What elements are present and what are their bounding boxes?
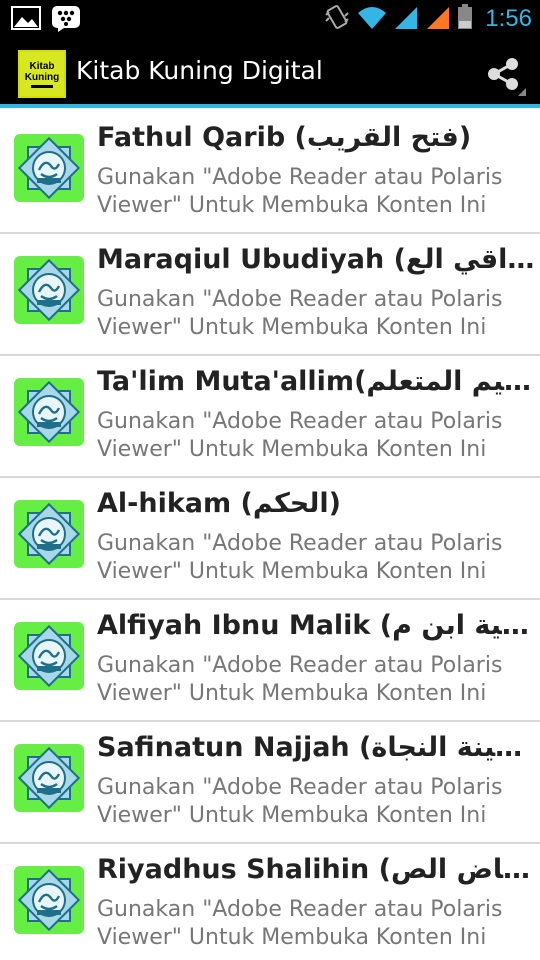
item-title: Ta'lim Muta'allim(تعليم المتعلم)	[97, 366, 537, 397]
list-item[interactable]: Riyadhus Shalihin (رياض الص... Gunakan "…	[0, 844, 540, 960]
share-icon	[482, 58, 526, 100]
item-title: Safinatun Najjah (سفينة النجاة)	[97, 732, 537, 763]
wifi-icon	[357, 3, 387, 35]
app-title: Kitab Kuning Digital	[76, 56, 323, 85]
book-icon	[14, 134, 84, 202]
share-button[interactable]	[482, 52, 526, 96]
book-icon	[14, 500, 84, 568]
item-title: Al-hikam (الحكم)	[97, 488, 341, 519]
status-clock: 1:56	[485, 5, 532, 32]
item-title: Fathul Qarib (فتح القريب)	[97, 122, 472, 153]
bbm-icon	[50, 4, 82, 32]
item-subtitle: Gunakan "Adobe Reader atau Polaris Viewe…	[97, 653, 503, 706]
battery-icon	[457, 3, 473, 35]
item-subtitle: Gunakan "Adobe Reader atau Polaris Viewe…	[97, 897, 503, 950]
signal-icon	[393, 3, 419, 35]
book-icon	[14, 256, 84, 324]
book-icon	[14, 378, 84, 446]
vibrate-icon	[323, 3, 351, 35]
book-icon	[14, 744, 84, 812]
list-item[interactable]: Safinatun Najjah (سفينة النجاة) Gunakan …	[0, 722, 540, 844]
logo-divider	[31, 84, 53, 88]
item-subtitle: Gunakan "Adobe Reader atau Polaris Viewe…	[97, 775, 503, 828]
signal-icon	[425, 3, 451, 35]
list-item[interactable]: Alfiyah Ibnu Malik (الفية ابن م... Gunak…	[0, 600, 540, 722]
book-icon	[14, 866, 84, 934]
item-title: Alfiyah Ibnu Malik (الفية ابن م...	[97, 610, 537, 641]
item-subtitle: Gunakan "Adobe Reader atau Polaris Viewe…	[97, 287, 503, 340]
list-item[interactable]: Al-hikam (الحكم) Gunakan "Adobe Reader a…	[0, 478, 540, 600]
item-subtitle: Gunakan "Adobe Reader atau Polaris Viewe…	[97, 165, 503, 218]
image-icon	[10, 4, 42, 32]
app-logo[interactable]: Kitab Kuning	[18, 50, 66, 98]
logo-text-line2: Kuning	[24, 71, 60, 83]
item-subtitle: Gunakan "Adobe Reader atau Polaris Viewe…	[97, 409, 503, 462]
book-list: Fathul Qarib (فتح القريب) Gunakan "Adobe…	[0, 112, 540, 960]
action-bar: Kitab Kuning Kitab Kuning Digital	[0, 38, 540, 108]
item-subtitle: Gunakan "Adobe Reader atau Polaris Viewe…	[97, 531, 503, 584]
status-bar: 1:56	[0, 0, 540, 38]
book-icon	[14, 622, 84, 690]
list-item[interactable]: Fathul Qarib (فتح القريب) Gunakan "Adobe…	[0, 112, 540, 234]
list-item[interactable]: Maraqiul Ubudiyah (مراقي الع... Gunakan …	[0, 234, 540, 356]
list-item[interactable]: Ta'lim Muta'allim(تعليم المتعلم) Gunakan…	[0, 356, 540, 478]
system-icons: 1:56	[323, 4, 532, 34]
notification-icons	[10, 4, 82, 32]
logo-text-line1: Kitab	[29, 60, 55, 72]
item-title: Maraqiul Ubudiyah (مراقي الع...	[97, 244, 537, 275]
item-title: Riyadhus Shalihin (رياض الص...	[97, 854, 537, 885]
